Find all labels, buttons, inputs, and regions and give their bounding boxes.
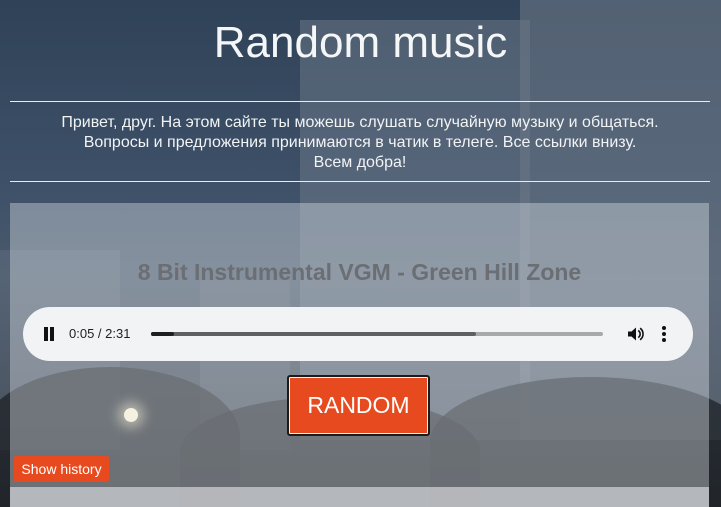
divider-bottom [10, 181, 710, 182]
intro-text: Привет, друг. На этом сайте ты можешь сл… [10, 113, 710, 173]
site-title: Random music [213, 18, 508, 67]
more-options-icon[interactable] [661, 325, 667, 343]
volume-icon[interactable] [626, 325, 644, 343]
divider-top [10, 101, 710, 102]
buffered-progress [151, 332, 477, 336]
intro-line-3: Всем добра! [313, 154, 407, 171]
random-button[interactable]: RANDOM [287, 375, 430, 436]
intro-line-1: Привет, друг. На этом сайте ты можешь сл… [61, 114, 659, 131]
played-progress [151, 332, 174, 336]
show-history-button[interactable]: Show history [14, 456, 109, 482]
intro-line-2: Вопросы и предложения принимаются в чати… [83, 134, 637, 151]
seek-bar[interactable] [151, 332, 603, 336]
panel-footer-strip [10, 487, 709, 507]
audio-player[interactable]: 0:05 / 2:31 [23, 307, 693, 361]
track-title: 8 Bit Instrumental VGM - Green Hill Zone [137, 259, 582, 285]
pause-icon[interactable] [43, 327, 55, 341]
time-display: 0:05 / 2:31 [69, 326, 131, 341]
